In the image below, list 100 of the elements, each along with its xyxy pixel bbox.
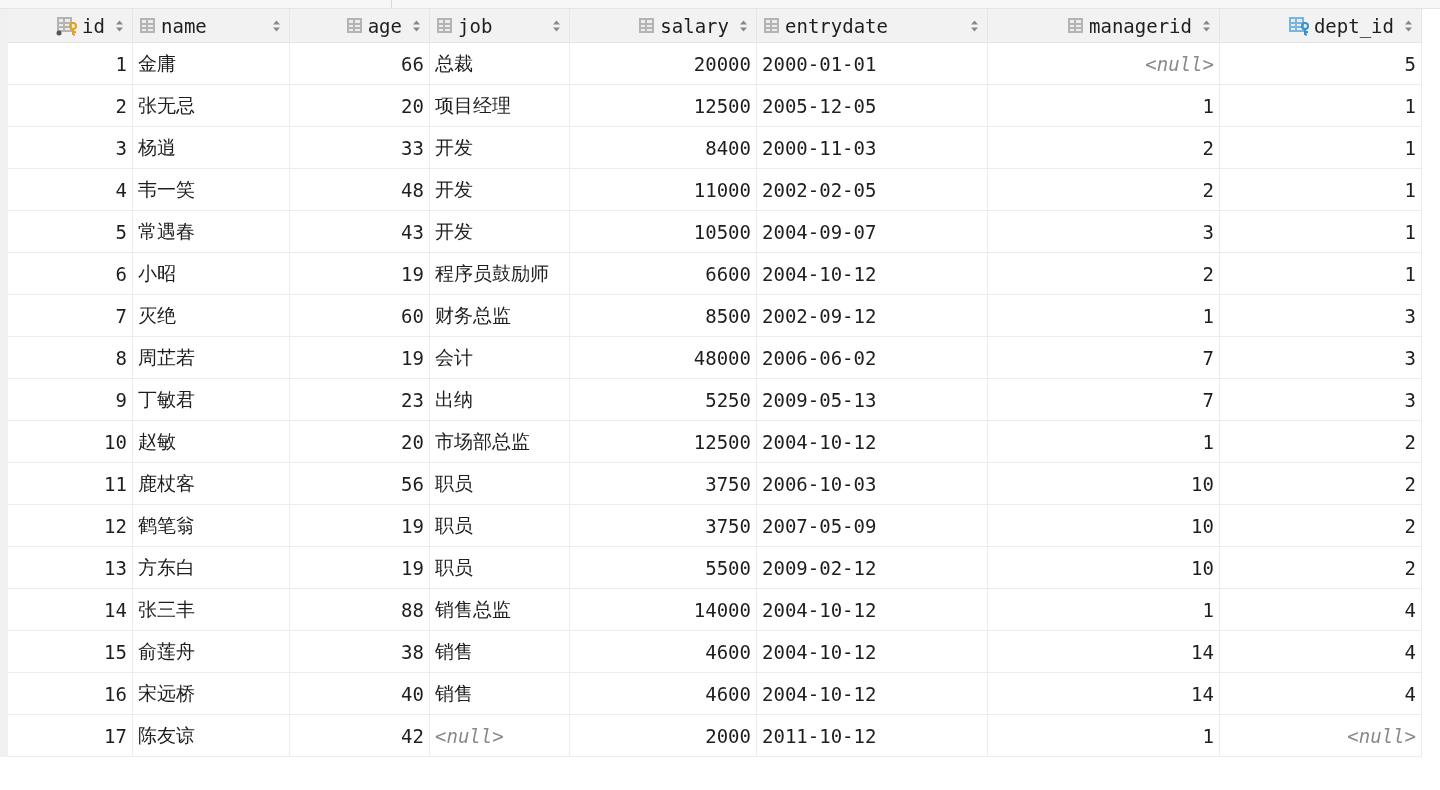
table-cell: 方东白 bbox=[133, 547, 290, 588]
table-cell: 20 bbox=[290, 85, 430, 126]
table-cell: 3 bbox=[1220, 379, 1422, 420]
table-cell: 鹿杖客 bbox=[133, 463, 290, 504]
column-header[interactable]: entrydate bbox=[757, 9, 988, 42]
table-cell: 14000 bbox=[570, 589, 757, 630]
table-cell: 2 bbox=[1220, 547, 1422, 588]
table-cell: 5 bbox=[8, 211, 133, 252]
table-cell: 38 bbox=[290, 631, 430, 672]
table-cell: 出纳 bbox=[430, 379, 570, 420]
column-label: managerid bbox=[1089, 14, 1192, 37]
table-cell: 2000 bbox=[570, 715, 757, 756]
table-cell: 6600 bbox=[570, 253, 757, 294]
table-cell: 20000 bbox=[570, 43, 757, 84]
table-cell: 2 bbox=[988, 169, 1220, 210]
key-column-icon bbox=[56, 15, 79, 36]
table-cell: 19 bbox=[290, 547, 430, 588]
table-cell: 4 bbox=[8, 169, 133, 210]
table-cell: 2002-02-05 bbox=[757, 169, 988, 210]
table-cell: 9 bbox=[8, 379, 133, 420]
column-header[interactable]: job bbox=[430, 9, 570, 42]
table-cell: 2 bbox=[988, 253, 1220, 294]
sort-icon bbox=[115, 18, 124, 33]
sort-icon bbox=[739, 18, 748, 33]
column-label: id bbox=[82, 14, 105, 37]
table-cell: 48000 bbox=[570, 337, 757, 378]
table-cell: 2 bbox=[1220, 421, 1422, 462]
table-cell: 项目经理 bbox=[430, 85, 570, 126]
table-cell: 10500 bbox=[570, 211, 757, 252]
table-cell: 2000-11-03 bbox=[757, 127, 988, 168]
table-cell: 11000 bbox=[570, 169, 757, 210]
table-cell: 宋远桥 bbox=[133, 673, 290, 714]
column-header[interactable]: managerid bbox=[988, 9, 1220, 42]
table-cell: 13 bbox=[8, 547, 133, 588]
table-cell: 1 bbox=[1220, 127, 1422, 168]
table-cell: 7 bbox=[988, 337, 1220, 378]
table-cell: 周芷若 bbox=[133, 337, 290, 378]
table-cell: 金庸 bbox=[133, 43, 290, 84]
table-cell: 1 bbox=[988, 85, 1220, 126]
column-header[interactable]: age bbox=[290, 9, 430, 42]
column-icon bbox=[139, 16, 157, 35]
table-cell: 5500 bbox=[570, 547, 757, 588]
table-cell: 市场部总监 bbox=[430, 421, 570, 462]
table-cell: 10 bbox=[8, 421, 133, 462]
table-cell: 销售总监 bbox=[430, 589, 570, 630]
table-cell: 2006-06-02 bbox=[757, 337, 988, 378]
table-cell: 陈友谅 bbox=[133, 715, 290, 756]
table-cell: 43 bbox=[290, 211, 430, 252]
column-label: salary bbox=[660, 14, 729, 37]
sort-icon bbox=[412, 18, 421, 33]
table-cell: 10 bbox=[988, 547, 1220, 588]
table-cell: 3 bbox=[1220, 295, 1422, 336]
table-cell: 6 bbox=[8, 253, 133, 294]
table-cell: 2004-10-12 bbox=[757, 253, 988, 294]
table-cell: 23 bbox=[290, 379, 430, 420]
table-cell: 56 bbox=[290, 463, 430, 504]
sort-icon bbox=[1404, 18, 1413, 33]
table-cell: 20 bbox=[290, 421, 430, 462]
table-cell: 14 bbox=[988, 631, 1220, 672]
table-cell: 3 bbox=[988, 211, 1220, 252]
table-cell: 2006-10-03 bbox=[757, 463, 988, 504]
table-cell: 2 bbox=[8, 85, 133, 126]
column-icon bbox=[638, 16, 657, 35]
table-cell: 张三丰 bbox=[133, 589, 290, 630]
table-cell: 开发 bbox=[430, 127, 570, 168]
table-cell: 销售 bbox=[430, 631, 570, 672]
column-header[interactable]: dept_id bbox=[1220, 9, 1422, 42]
table-cell: 财务总监 bbox=[430, 295, 570, 336]
table-cell: 2004-10-12 bbox=[757, 589, 988, 630]
table-cell: 2011-10-12 bbox=[757, 715, 988, 756]
table-cell: 常遇春 bbox=[133, 211, 290, 252]
table-cell: 2002-09-12 bbox=[757, 295, 988, 336]
table-cell: <null> bbox=[430, 715, 570, 756]
table-cell: 12500 bbox=[570, 421, 757, 462]
column-label: dept_id bbox=[1313, 14, 1394, 37]
table-cell: 1 bbox=[1220, 85, 1422, 126]
table-cell: 3 bbox=[8, 127, 133, 168]
table-cell: 19 bbox=[290, 505, 430, 546]
table-cell: 40 bbox=[290, 673, 430, 714]
table-cell: <null> bbox=[988, 43, 1220, 84]
foreign-key-column-icon bbox=[1287, 15, 1310, 36]
table-cell: 2009-05-13 bbox=[757, 379, 988, 420]
table-cell: <null> bbox=[1220, 715, 1422, 756]
table-cell: 5 bbox=[1220, 43, 1422, 84]
table-cell: 8500 bbox=[570, 295, 757, 336]
table-cell: 1 bbox=[1220, 253, 1422, 294]
column-header[interactable]: name bbox=[133, 9, 290, 42]
table-cell: 开发 bbox=[430, 169, 570, 210]
table-cell: 职员 bbox=[430, 547, 570, 588]
table-cell: 14 bbox=[8, 589, 133, 630]
table-cell: 42 bbox=[290, 715, 430, 756]
table-cell: 10 bbox=[988, 505, 1220, 546]
sort-icon bbox=[970, 18, 979, 33]
column-header[interactable]: id bbox=[8, 9, 133, 42]
table-cell: 11 bbox=[8, 463, 133, 504]
table-cell: 1 bbox=[8, 43, 133, 84]
column-header[interactable]: salary bbox=[570, 9, 757, 42]
sort-icon bbox=[552, 18, 561, 33]
table-cell: 会计 bbox=[430, 337, 570, 378]
table-cell: 1 bbox=[988, 295, 1220, 336]
